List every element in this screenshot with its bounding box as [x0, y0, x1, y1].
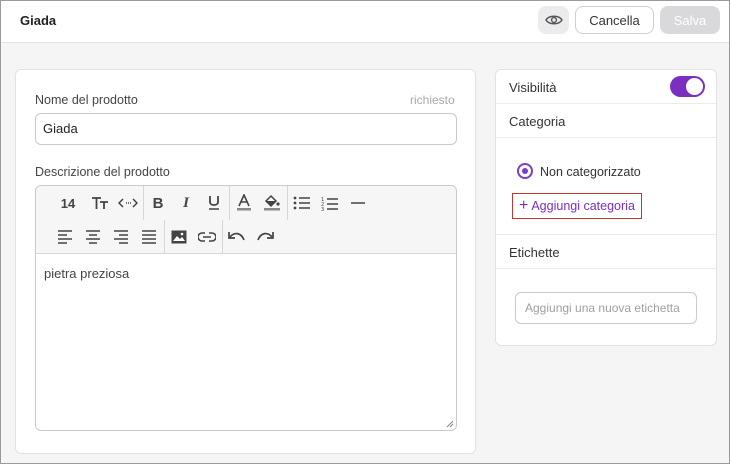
undo-icon[interactable]: [224, 225, 250, 249]
required-hint: richiesto: [410, 93, 455, 107]
text-case-icon[interactable]: [87, 191, 113, 215]
add-category-label: Aggiungi categoria: [531, 199, 635, 213]
italic-icon[interactable]: I: [173, 191, 199, 215]
font-color-icon[interactable]: [231, 191, 257, 215]
tag-input[interactable]: Aggiungi una nuova etichetta: [515, 292, 697, 324]
underline-icon[interactable]: [201, 191, 227, 215]
product-name-input[interactable]: Giada: [35, 113, 457, 145]
product-description-label: Descrizione del prodotto: [35, 165, 170, 179]
align-justify-icon[interactable]: [136, 225, 162, 249]
align-left-icon[interactable]: [52, 225, 78, 249]
product-name-label: Nome del prodotto: [35, 93, 138, 107]
cancel-button[interactable]: Cancella: [575, 6, 654, 34]
bullet-list-icon[interactable]: [289, 191, 315, 215]
add-category-button[interactable]: + Aggiungi categoria: [512, 193, 642, 219]
visibility-label: Visibilità: [509, 80, 557, 95]
align-center-icon[interactable]: [80, 225, 106, 249]
editor-toolbar: 14 B I 123: [36, 186, 456, 254]
category-label: Categoria: [509, 114, 566, 129]
link-icon[interactable]: [194, 225, 220, 249]
radio-selected-dot: [522, 168, 528, 174]
resize-handle-icon[interactable]: [446, 420, 454, 428]
page-title: Giada: [20, 13, 57, 28]
svg-text:3: 3: [321, 207, 324, 211]
product-details-card: Nome del prodotto richiesto Giada Descri…: [15, 69, 476, 454]
toggle-knob: [686, 78, 703, 95]
preview-button[interactable]: [538, 6, 569, 34]
sidebar-card: Visibilità Categoria Non categorizzato +…: [495, 69, 717, 346]
redo-icon[interactable]: [252, 225, 278, 249]
numbered-list-icon[interactable]: 123: [317, 191, 343, 215]
plus-icon: +: [519, 197, 529, 214]
save-button[interactable]: Salva: [660, 6, 720, 34]
description-editor: 14 B I 123 pietra preziosa: [35, 185, 457, 431]
tags-label: Etichette: [509, 245, 560, 260]
visibility-toggle[interactable]: [670, 76, 705, 97]
font-size-icon[interactable]: 14: [55, 191, 81, 215]
align-right-icon[interactable]: [108, 225, 134, 249]
horizontal-rule-icon[interactable]: [345, 191, 371, 215]
eye-icon: [544, 15, 563, 25]
image-icon[interactable]: [166, 225, 192, 249]
bold-icon[interactable]: B: [145, 191, 171, 215]
code-icon[interactable]: [115, 191, 141, 215]
category-option-label[interactable]: Non categorizzato: [540, 165, 641, 179]
top-bar: Giada Cancella Salva: [1, 1, 729, 43]
description-text[interactable]: pietra preziosa: [44, 266, 129, 281]
category-radio[interactable]: [517, 163, 533, 179]
fill-color-icon[interactable]: [259, 191, 285, 215]
